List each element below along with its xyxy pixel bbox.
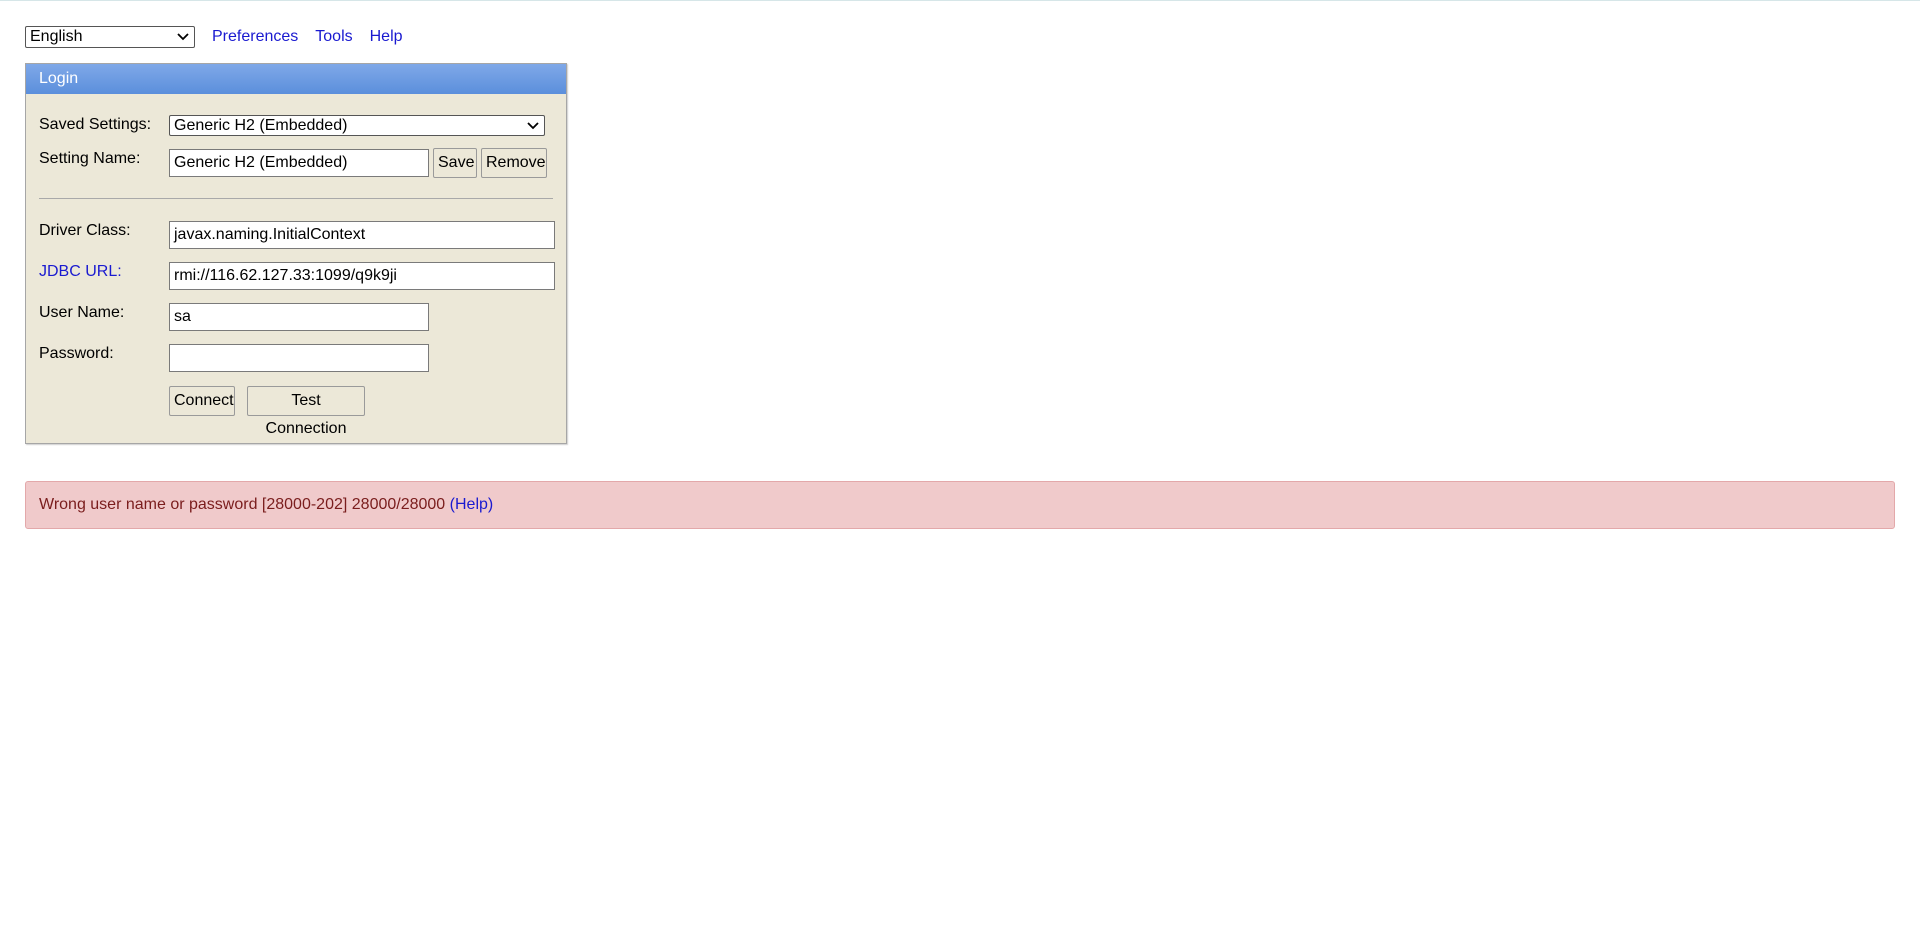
login-panel: Login Saved Settings: Generic H2 (Embedd…	[25, 63, 567, 444]
saved-settings-value: Generic H2 (Embedded)	[174, 116, 348, 134]
saved-settings-label: Saved Settings:	[39, 116, 152, 133]
language-select[interactable]: English	[25, 26, 195, 48]
remove-button[interactable]: Remove	[481, 148, 547, 178]
top-rule	[0, 0, 1920, 1]
driver-class-input[interactable]: javax.naming.InitialContext	[169, 221, 555, 249]
setting-name-input[interactable]: Generic H2 (Embedded)	[169, 149, 429, 177]
help-link[interactable]: Help	[370, 28, 403, 46]
preferences-link[interactable]: Preferences	[212, 28, 298, 46]
error-text: Wrong user name or password [28000-202] …	[39, 496, 446, 513]
user-name-label: User Name:	[39, 304, 125, 321]
top-bar: English Preferences Tools Help	[25, 26, 403, 48]
divider	[39, 198, 553, 199]
error-message: Wrong user name or password [28000-202] …	[25, 481, 1895, 529]
connect-button[interactable]: Connect	[169, 386, 235, 416]
tools-link[interactable]: Tools	[315, 28, 352, 46]
saved-settings-select[interactable]: Generic H2 (Embedded)	[169, 115, 545, 136]
driver-class-label: Driver Class:	[39, 222, 131, 239]
password-input[interactable]	[169, 344, 429, 372]
language-select-value: English	[30, 28, 83, 45]
setting-name-label: Setting Name:	[39, 150, 141, 167]
jdbc-url-link[interactable]: JDBC URL:	[39, 263, 122, 281]
save-button[interactable]: Save	[433, 148, 477, 178]
login-header: Login	[26, 64, 566, 94]
chevron-down-icon	[176, 30, 190, 44]
password-label: Password:	[39, 345, 114, 362]
chevron-down-icon	[526, 119, 540, 133]
error-help-link[interactable]: (Help)	[450, 496, 494, 513]
jdbc-url-input[interactable]: rmi://116.62.127.33:1099/q9k9ji	[169, 262, 555, 290]
user-name-input[interactable]: sa	[169, 303, 429, 331]
test-connection-button[interactable]: Test Connection	[247, 386, 365, 437]
